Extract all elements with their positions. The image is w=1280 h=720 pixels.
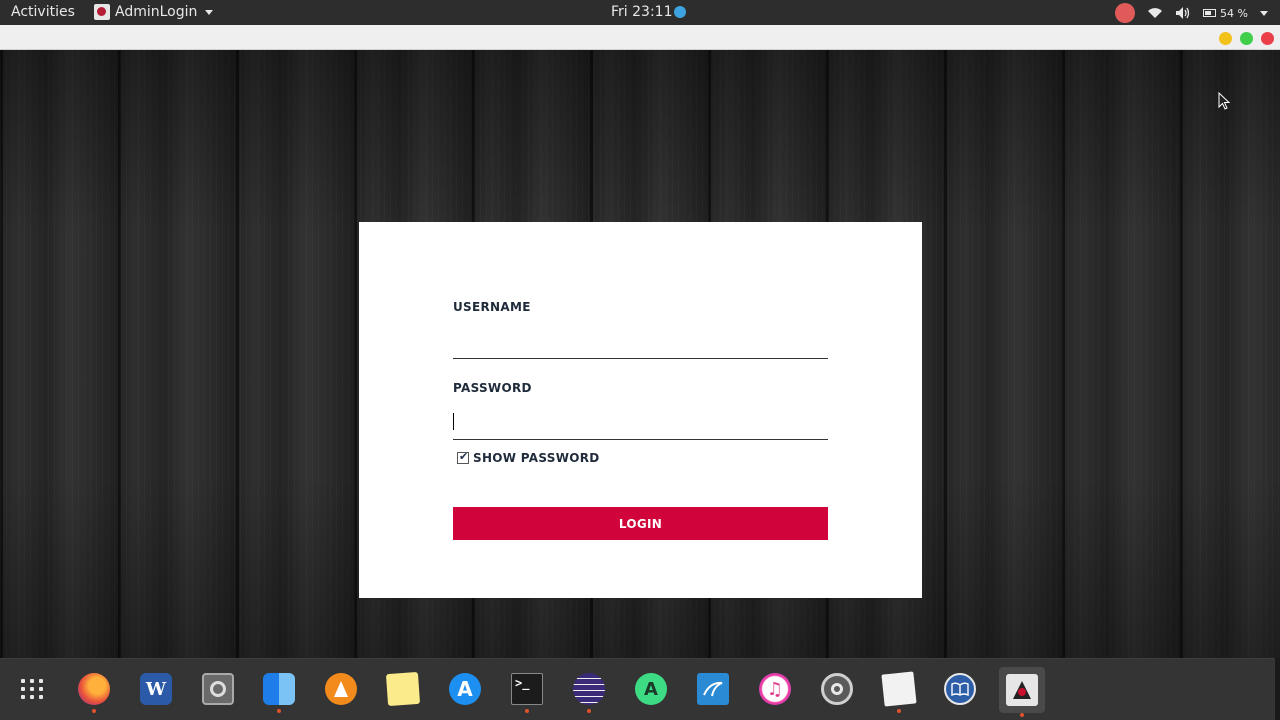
- mysql-workbench-icon[interactable]: [696, 672, 730, 706]
- password-label: PASSWORD: [453, 381, 532, 395]
- book-reader-icon[interactable]: [943, 672, 977, 706]
- clock[interactable]: Fri 23:11: [611, 4, 687, 20]
- clock-label: Fri 23:11: [611, 4, 673, 20]
- chevron-down-icon: [1260, 10, 1268, 16]
- top-panel: Activities AdminLogin Fri 23:11 54 %: [0, 0, 1280, 25]
- terminal-icon[interactable]: >_: [510, 672, 544, 713]
- username-input[interactable]: [453, 329, 828, 359]
- app-menu[interactable]: AdminLogin: [94, 4, 214, 20]
- android-studio-icon[interactable]: A: [634, 672, 668, 706]
- app-store-icon[interactable]: A: [448, 672, 482, 706]
- notes-icon[interactable]: [385, 671, 421, 707]
- dock: W A >_ A ♫: [0, 658, 1275, 720]
- word-icon[interactable]: W: [139, 672, 173, 706]
- app-grid-icon[interactable]: [15, 672, 49, 706]
- close-button[interactable]: [1261, 32, 1274, 45]
- text-editor-icon[interactable]: [881, 671, 917, 713]
- notification-icon: [674, 6, 687, 18]
- eclipse-icon[interactable]: [572, 672, 606, 713]
- system-tray[interactable]: 54 %: [1115, 3, 1268, 23]
- chevron-down-icon: [205, 9, 214, 15]
- maximize-button[interactable]: [1240, 32, 1253, 45]
- java-app-icon: [94, 4, 110, 20]
- vlc-icon[interactable]: [324, 672, 358, 706]
- mouse-cursor-icon: [1218, 92, 1230, 110]
- battery-label: 54 %: [1220, 6, 1248, 20]
- activities-button[interactable]: Activities: [11, 4, 75, 20]
- disks-icon[interactable]: [201, 672, 235, 706]
- login-card: USERNAME PASSWORD SHOW PASSWORD LOGIN: [359, 222, 922, 598]
- java-app-icon[interactable]: [999, 667, 1045, 717]
- volume-icon: [1175, 6, 1191, 20]
- show-password-checkbox[interactable]: [457, 450, 469, 464]
- text-cursor: [453, 413, 454, 430]
- show-password-toggle[interactable]: SHOW PASSWORD: [457, 450, 600, 465]
- app-menu-label: AdminLogin: [115, 4, 198, 20]
- wifi-icon: [1147, 7, 1163, 19]
- itunes-icon[interactable]: ♫: [758, 672, 792, 706]
- indicator-icon[interactable]: [1115, 3, 1136, 23]
- firefox-icon[interactable]: [77, 672, 111, 713]
- minimize-button[interactable]: [1219, 32, 1232, 45]
- battery-indicator: 54 %: [1203, 7, 1248, 20]
- username-label: USERNAME: [453, 300, 531, 314]
- system-settings-icon[interactable]: [820, 672, 854, 706]
- password-input[interactable]: [453, 410, 828, 440]
- finder-icon[interactable]: [262, 672, 296, 713]
- window-titlebar: [0, 25, 1280, 50]
- battery-icon: [1203, 9, 1217, 17]
- login-button[interactable]: LOGIN: [453, 507, 828, 540]
- show-password-label: SHOW PASSWORD: [473, 451, 600, 465]
